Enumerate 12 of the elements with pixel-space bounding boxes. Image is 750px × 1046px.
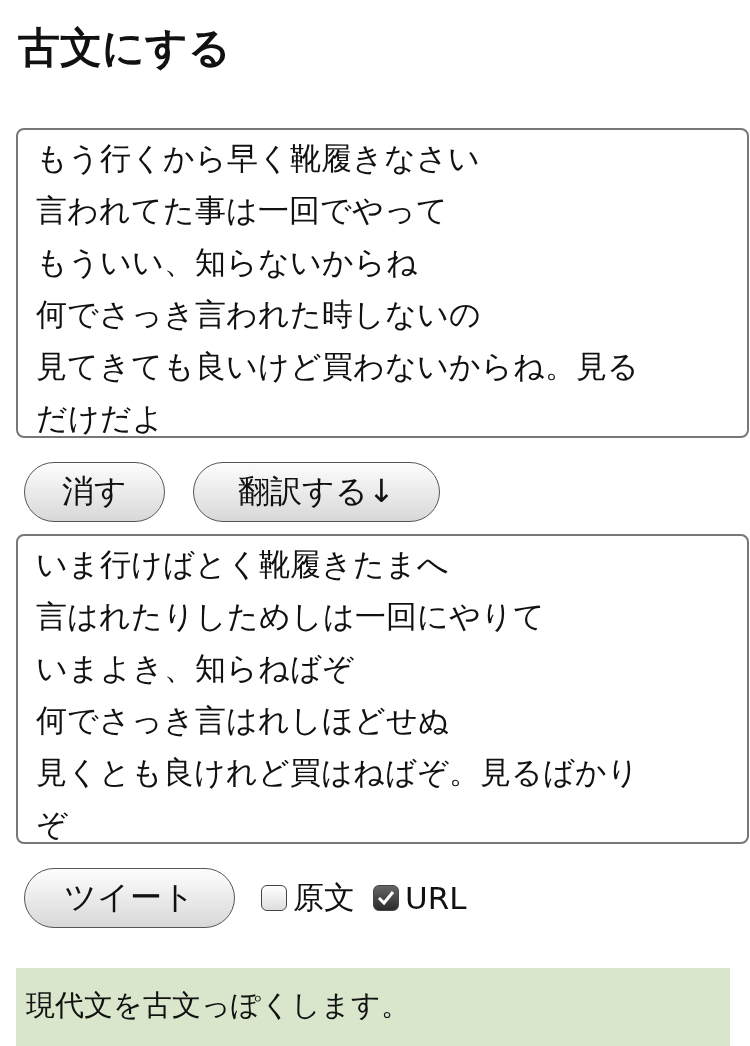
checkmark-icon — [377, 890, 395, 906]
clear-button[interactable]: 消す — [24, 462, 165, 522]
checkbox[interactable] — [261, 885, 287, 911]
output-field[interactable]: いま行けばとく靴履きたまへ 言はれたりしためしは一回にやりて いまよき、知らねばぞ 何でさっき言はれしほどせぬ 見くとも良けれど買はねばぞ。見るばかり ぞ — [16, 534, 749, 844]
checkbox-label: 原文 — [293, 878, 355, 917]
input-field[interactable]: もう行くから早く靴履きなさい 言われてた事は一回でやって もういい、知らないからね 何でさっき言われた時しないの 見てきても良いけど買わないからね。見る だけだよ — [16, 128, 749, 438]
tweet-button[interactable]: ツイート — [24, 868, 235, 928]
description-text: 現代文を古文っぽくします。 — [16, 968, 730, 1046]
translate-button[interactable]: 翻訳する↓ — [193, 462, 440, 522]
checkbox[interactable] — [373, 885, 399, 911]
checkbox-label: URL — [405, 880, 467, 916]
page-title: 古文にする — [18, 22, 232, 74]
